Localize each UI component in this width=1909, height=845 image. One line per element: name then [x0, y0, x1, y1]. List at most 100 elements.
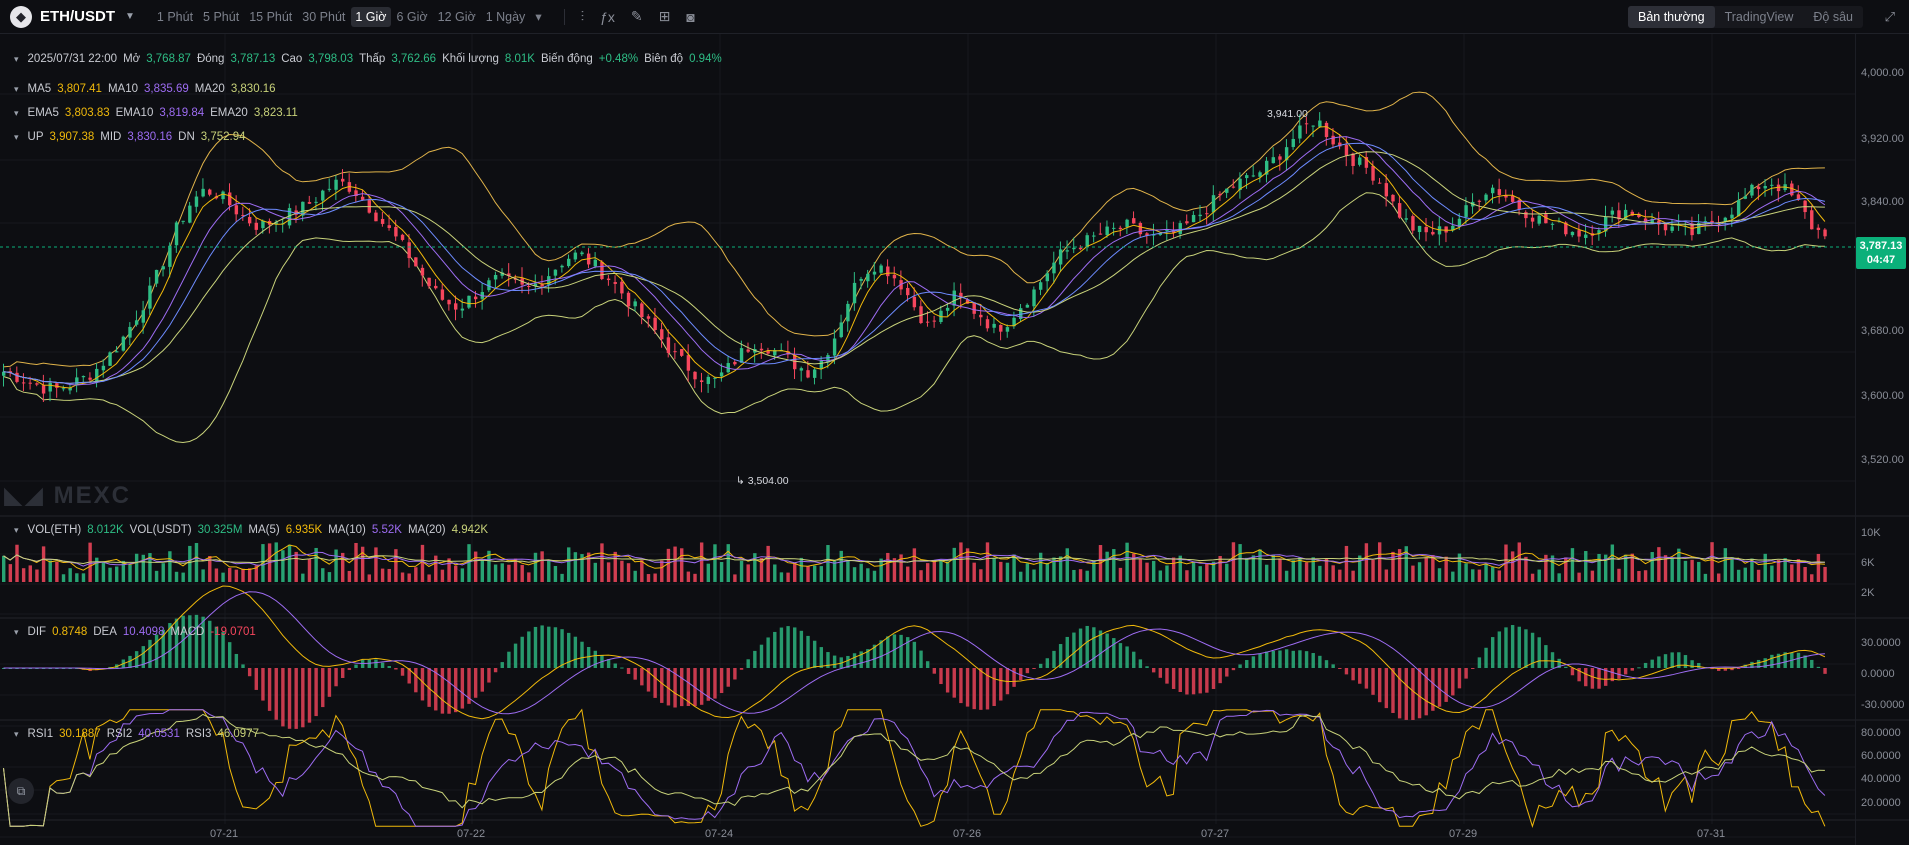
volume-bar [1490, 567, 1495, 582]
volume-bar [560, 573, 564, 582]
volume-bar [454, 565, 458, 582]
view-depth[interactable]: Độ sâu [1803, 6, 1863, 28]
macd-bar [1271, 650, 1276, 668]
volume-bar [686, 571, 691, 582]
candle-body [168, 245, 172, 267]
volume-bar [181, 572, 185, 582]
macd-bar [307, 668, 312, 723]
volume-bar [55, 561, 59, 582]
pair-name: ETH/USDT [40, 8, 115, 25]
ema10-label: EMA10 [115, 107, 154, 119]
layers-icon[interactable]: ⧉ [8, 778, 34, 804]
volume-bar [666, 548, 671, 582]
macd-bar [719, 668, 724, 694]
macd-bar [1012, 668, 1016, 687]
macd-bar [480, 668, 485, 692]
camera-icon[interactable]: ◙ [686, 9, 694, 25]
collapse-icon[interactable]: ▾ [14, 84, 19, 95]
volume-bar [400, 572, 405, 582]
macd-bar [1384, 668, 1389, 709]
candle-body [420, 267, 425, 276]
macd-bar [314, 668, 318, 717]
collapse-icon[interactable]: ▾ [14, 729, 19, 740]
volume-bar [1191, 562, 1196, 582]
chevron-down-icon[interactable]: ▼ [125, 11, 135, 22]
collapse-icon[interactable]: ▾ [14, 525, 19, 536]
interval-30-minutes[interactable]: 30 Phút [298, 7, 349, 27]
candle-body [1185, 221, 1189, 224]
fullscreen-icon[interactable]: ⤢ [1885, 9, 1895, 25]
vol-usdt-value: 30.325M [197, 524, 243, 536]
interval-1-day[interactable]: 1 Ngày [482, 7, 530, 27]
volume-bar [1171, 557, 1176, 582]
interval-15-minutes[interactable]: 15 Phút [245, 7, 296, 27]
draw-pencil-icon[interactable]: ✎ [631, 8, 643, 25]
candle-body [1770, 184, 1774, 186]
candle-body [1298, 125, 1302, 139]
volume-bar [646, 574, 651, 582]
candle-body [600, 261, 604, 280]
macd-bar [1205, 668, 1209, 693]
candle-body [1510, 195, 1515, 202]
volume-bar [793, 562, 797, 582]
view-tradingview[interactable]: TradingView [1715, 6, 1804, 28]
interval-dropdown-icon[interactable]: ▾ [531, 6, 545, 27]
volume-bar [1118, 567, 1123, 582]
layout-grid-icon[interactable]: ⊞ [659, 8, 671, 25]
macd-bar [680, 668, 684, 707]
macd-bar [972, 668, 976, 710]
volume-bar [606, 562, 611, 582]
macd-bar [1092, 627, 1096, 668]
interval-1-hour[interactable]: 1 Giờ [351, 6, 391, 27]
close-value: 3,787.13 [230, 53, 276, 65]
vol-ma5-value: 6.935K [285, 524, 323, 536]
volume-bar [1078, 569, 1083, 582]
volume-bar [1251, 555, 1256, 582]
ohlc-legend: ▾ 2025/07/31 22:00 Mở 3,768.87 Đóng 3,787.… [14, 53, 722, 65]
view-basic[interactable]: Bản thường [1627, 6, 1715, 28]
collapse-icon[interactable]: ▾ [14, 627, 19, 638]
interval-12-hours[interactable]: 12 Giờ [434, 7, 480, 27]
macd-bar [321, 668, 325, 708]
ma20-label: MA20 [194, 83, 225, 95]
volume-bar [327, 572, 332, 582]
macd-bar [1351, 668, 1355, 681]
boll-dn-value: 3,752.94 [200, 131, 246, 143]
candle-body [739, 348, 744, 363]
last-price-value: 3,787.13 [1859, 240, 1903, 252]
symbol-selector[interactable]: ◆ ETH/USDT ▼ [10, 5, 135, 28]
candle-body [666, 337, 671, 353]
candle-body [633, 301, 637, 307]
volume-bar [1723, 548, 1728, 582]
volume-bar [912, 548, 917, 582]
volume-bar [1344, 545, 1349, 582]
macd-bar [354, 664, 358, 668]
macd-bar [580, 641, 584, 668]
macd-bar [560, 629, 564, 668]
collapse-icon[interactable]: ▾ [14, 132, 19, 143]
volume-bar [1790, 564, 1794, 582]
price-chart[interactable] [0, 34, 1909, 845]
macd-bar [1118, 643, 1123, 668]
candle-body [1377, 182, 1382, 184]
indicator-icon[interactable]: ƒx [600, 9, 615, 25]
interval-1-minute[interactable]: 1 Phút [153, 7, 197, 27]
ema5-value: 3,803.83 [64, 107, 110, 119]
macd-bar [228, 642, 232, 668]
volume-bar [706, 563, 711, 582]
collapse-icon[interactable]: ▾ [14, 108, 19, 119]
candle-body [1344, 144, 1349, 156]
rsi3-label: RSI3 [185, 728, 212, 740]
macd-bar [400, 668, 405, 676]
volume-bar [1019, 571, 1023, 582]
candle-body [660, 329, 664, 340]
macd-bar [294, 668, 298, 729]
boll-dn-label: DN [178, 131, 195, 143]
candle-body [447, 299, 451, 305]
interval-5-minutes[interactable]: 5 Phút [199, 7, 243, 27]
candle-body [41, 385, 46, 394]
macd-bar [806, 635, 810, 668]
interval-6-hours[interactable]: 6 Giờ [393, 7, 432, 27]
candle-type-icon[interactable]: ⫶ [581, 8, 585, 25]
collapse-icon[interactable]: ▾ [14, 54, 19, 65]
